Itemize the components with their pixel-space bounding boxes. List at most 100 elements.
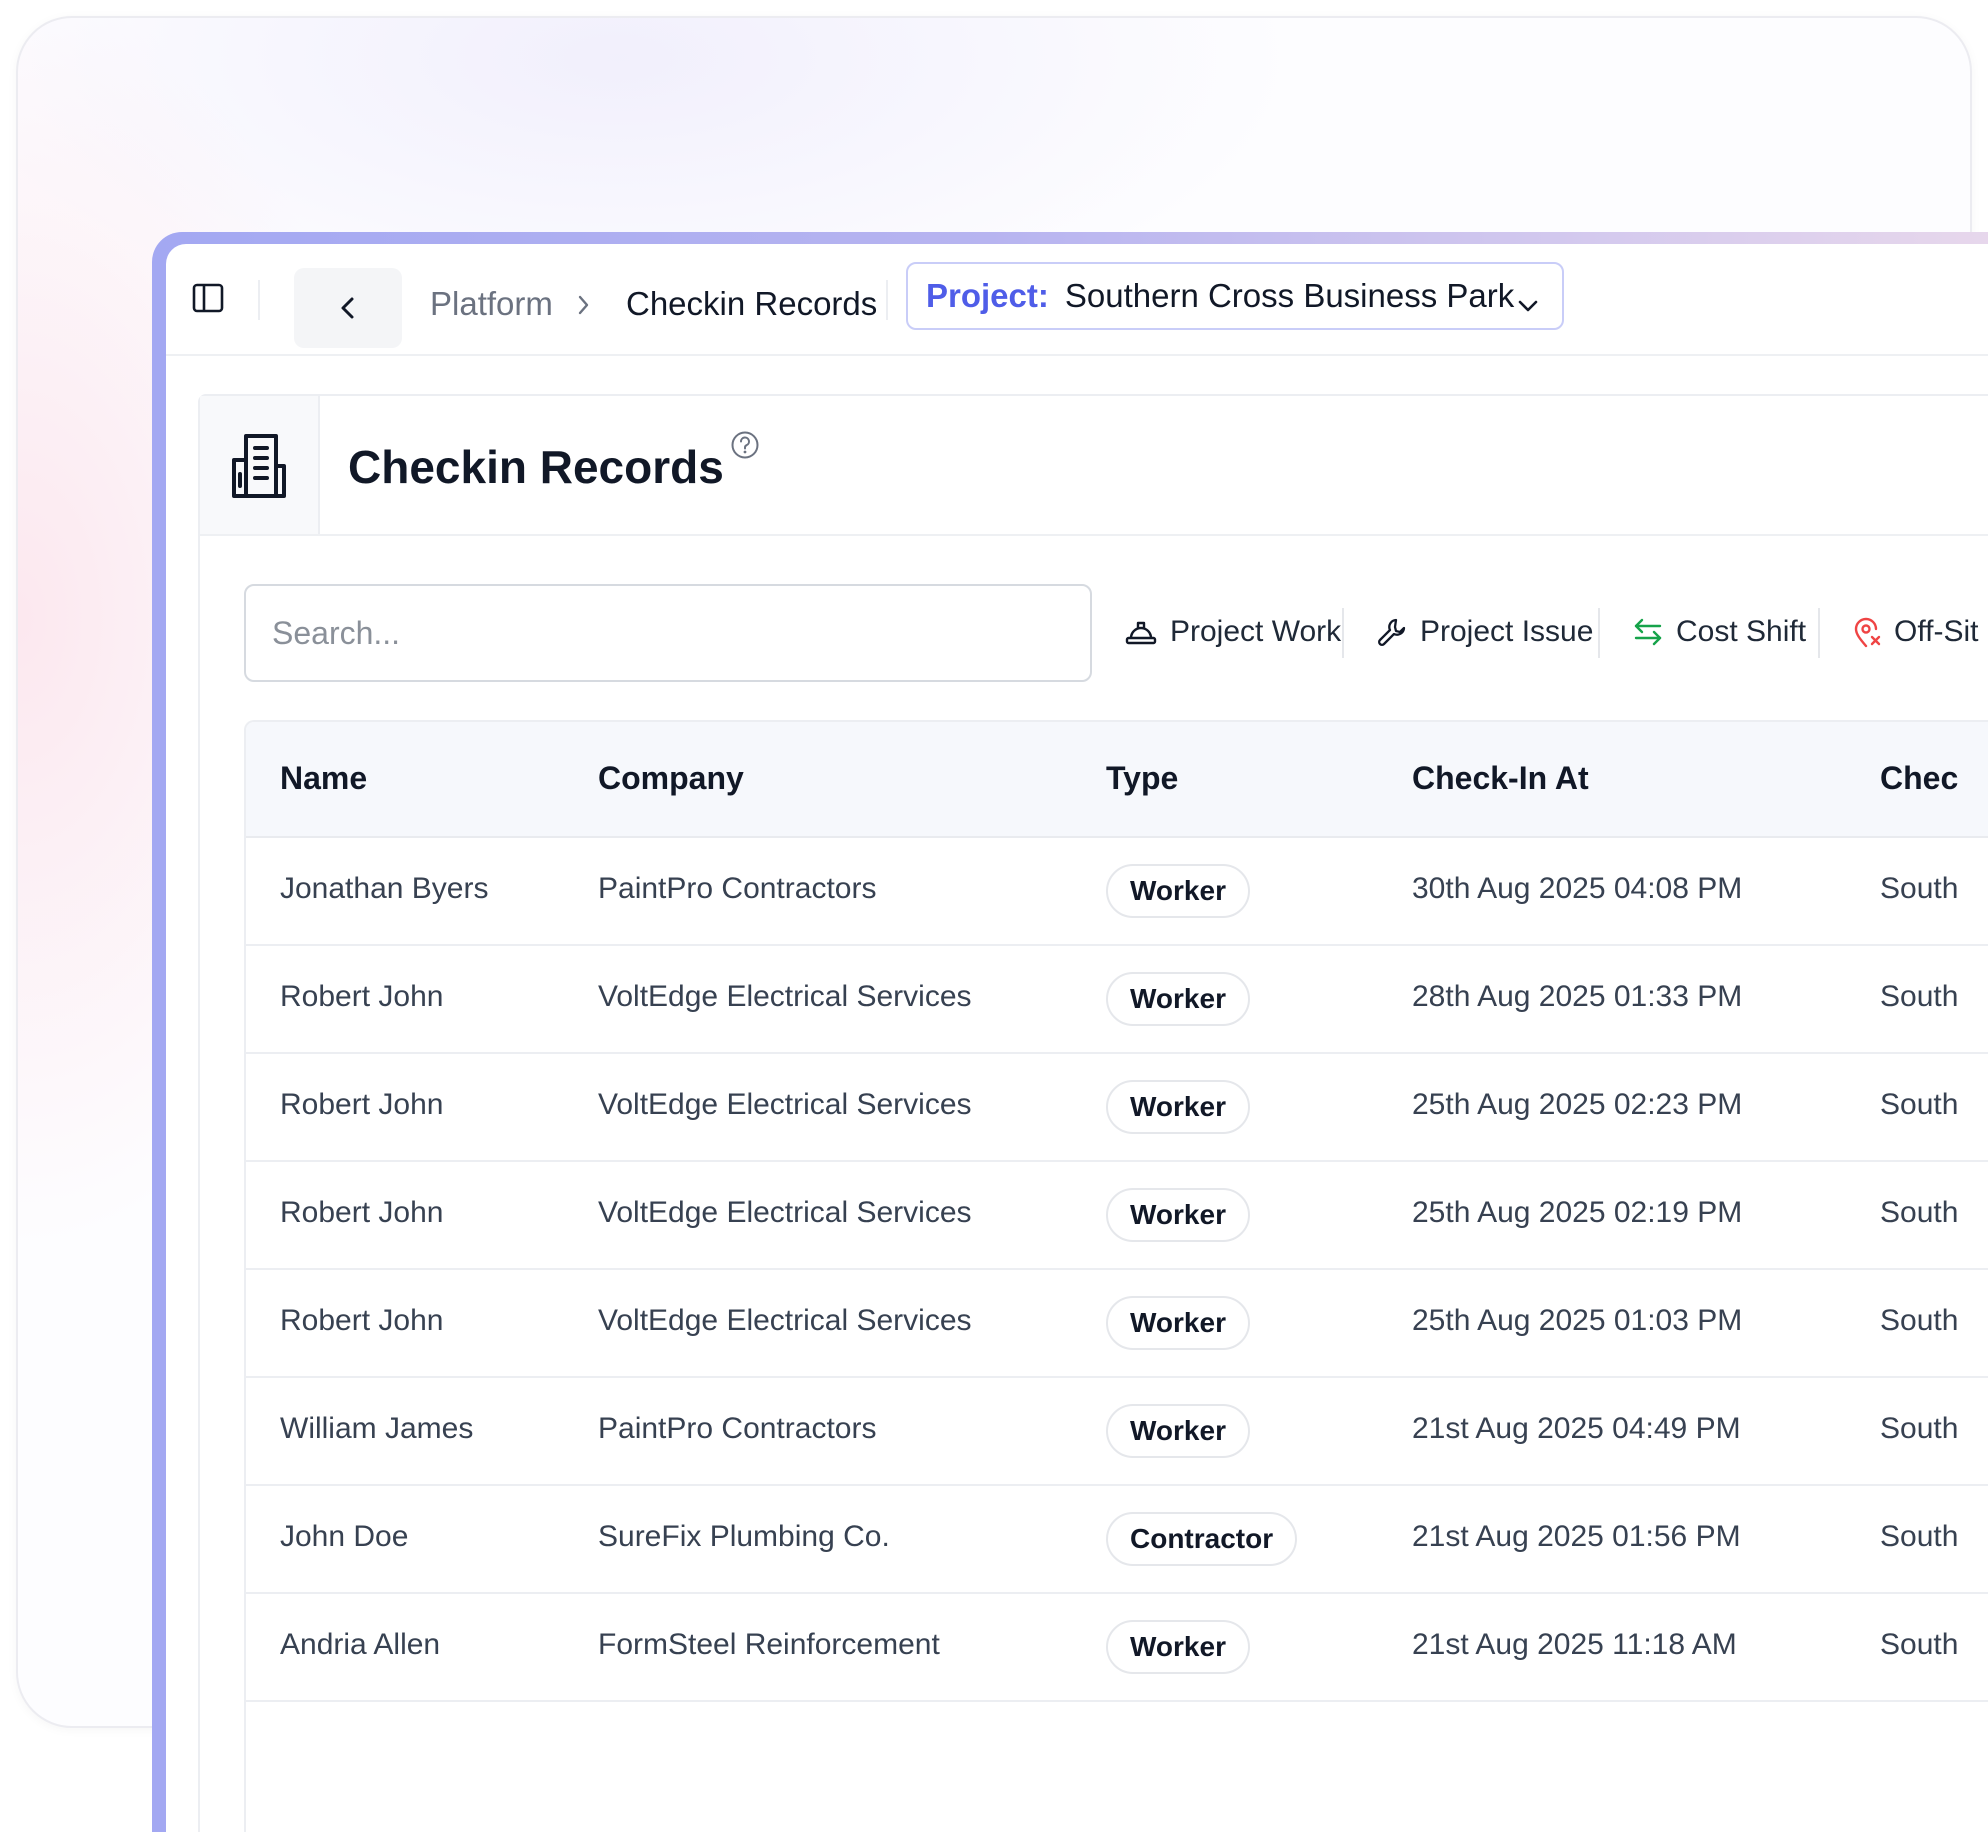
cell-checkin-at: 25th Aug 2025 02:19 PM xyxy=(1412,1196,1743,1229)
cell-checkin-at: 25th Aug 2025 02:23 PM xyxy=(1412,1088,1743,1121)
cell-site: South xyxy=(1880,1520,1959,1553)
table-row[interactable]: John Doe SureFix Plumbing Co. Contractor… xyxy=(246,1486,1988,1594)
table-row[interactable]: Robert John VoltEdge Electrical Services… xyxy=(246,1054,1988,1162)
cell-site: South xyxy=(1880,980,1959,1013)
cell-company: VoltEdge Electrical Services xyxy=(598,1196,972,1229)
cell-site: South xyxy=(1880,1088,1959,1121)
divider xyxy=(886,280,888,320)
page-title: Checkin Records xyxy=(348,441,724,493)
cell-name: Robert John xyxy=(280,1196,444,1229)
cell-company: VoltEdge Electrical Services xyxy=(598,980,972,1013)
cell-checkin-at: 21st Aug 2025 04:49 PM xyxy=(1412,1412,1741,1445)
cell-checkin-at: 21st Aug 2025 11:18 AM xyxy=(1412,1628,1737,1661)
table-row[interactable]: Robert John VoltEdge Electrical Services… xyxy=(246,1162,1988,1270)
cell-name: Robert John xyxy=(280,1304,444,1337)
checkin-table: Name Company Type Check-In At Chec Jonat… xyxy=(244,720,1988,1832)
app-window-frame: Platform Checkin Records Project: Southe… xyxy=(152,232,1988,1832)
search-input[interactable] xyxy=(244,584,1092,682)
breadcrumb-checkin-records[interactable]: Checkin Records xyxy=(626,284,877,324)
cell-company: SureFix Plumbing Co. xyxy=(598,1520,890,1553)
top-bar: Platform Checkin Records Project: Southe… xyxy=(166,244,1988,356)
project-issue-button[interactable]: Project Issue xyxy=(1376,606,1593,658)
cell-checkin-at: 25th Aug 2025 01:03 PM xyxy=(1412,1304,1743,1337)
cell-checkin-at: 21st Aug 2025 01:56 PM xyxy=(1412,1520,1741,1553)
project-select[interactable]: Project: Southern Cross Business Park xyxy=(906,262,1564,330)
cell-company: VoltEdge Electrical Services xyxy=(598,1304,972,1337)
project-select-value: Southern Cross Business Park xyxy=(1064,277,1515,314)
cell-site: South xyxy=(1880,1628,1959,1661)
column-header-checkout[interactable]: Chec xyxy=(1880,760,1958,797)
breadcrumb-platform[interactable]: Platform xyxy=(430,284,553,324)
cell-site: South xyxy=(1880,1412,1959,1445)
cell-site: South xyxy=(1880,872,1959,905)
back-button[interactable] xyxy=(294,268,402,348)
type-badge: Worker xyxy=(1106,1188,1250,1242)
divider xyxy=(1598,608,1600,658)
app-window: Platform Checkin Records Project: Southe… xyxy=(166,244,1988,1832)
cell-site: South xyxy=(1880,1304,1959,1337)
cell-name: Robert John xyxy=(280,1088,444,1121)
cell-clip: South xyxy=(1880,1378,1960,1484)
type-badge: Worker xyxy=(1106,1404,1250,1458)
cell-name: Robert John xyxy=(280,980,444,1013)
records-panel: Checkin Records Search... Project Work P… xyxy=(198,394,1988,1832)
cell-clip: South xyxy=(1880,946,1960,1052)
type-badge: Worker xyxy=(1106,1080,1250,1134)
off-site-button[interactable]: Off-Sit xyxy=(1852,606,1978,658)
cell-name: William James xyxy=(280,1412,474,1445)
table-row[interactable]: Andria Allen FormSteel Reinforcement Wor… xyxy=(246,1594,1988,1702)
cell-name: Andria Allen xyxy=(280,1628,441,1661)
table-row[interactable]: Robert John VoltEdge Electrical Services… xyxy=(246,946,1988,1054)
cell-clip: South xyxy=(1880,1486,1960,1592)
cell-company: PaintPro Contractors xyxy=(598,872,877,905)
chevron-left-icon xyxy=(341,297,354,319)
hard-hat-icon xyxy=(1125,621,1157,645)
screenshot-canvas: Platform Checkin Records Project: Southe… xyxy=(0,0,1988,1832)
divider xyxy=(258,280,260,320)
chevron-down-icon xyxy=(1516,286,1540,324)
cell-checkin-at: 30th Aug 2025 04:08 PM xyxy=(1412,872,1743,905)
project-issue-label: Project Issue xyxy=(1420,615,1594,648)
cell-checkin-at: 28th Aug 2025 01:33 PM xyxy=(1412,980,1743,1013)
project-work-button[interactable]: Project Work xyxy=(1124,606,1341,658)
chevron-right-icon xyxy=(576,294,590,321)
cost-shift-label: Cost Shift xyxy=(1676,615,1807,648)
column-header-name[interactable]: Name xyxy=(280,760,367,797)
cell-clip: South xyxy=(1880,1270,1960,1376)
divider xyxy=(1342,608,1344,658)
cell-company: VoltEdge Electrical Services xyxy=(598,1088,972,1121)
cell-name: John Doe xyxy=(280,1520,409,1553)
sidebar-toggle-icon[interactable] xyxy=(192,282,224,314)
type-badge: Contractor xyxy=(1106,1512,1298,1566)
panel-header: Checkin Records xyxy=(200,396,1988,536)
project-select-label: Project: xyxy=(926,277,1049,314)
wrench-icon xyxy=(1378,618,1406,646)
type-badge: Worker xyxy=(1106,1296,1250,1350)
table-row[interactable]: Jonathan Byers PaintPro Contractors Work… xyxy=(246,838,1988,946)
location-off-icon xyxy=(1854,617,1881,648)
type-badge: Worker xyxy=(1106,1620,1250,1674)
help-icon[interactable] xyxy=(730,430,760,465)
cell-company: FormSteel Reinforcement xyxy=(598,1628,940,1661)
type-badge: Worker xyxy=(1106,972,1250,1026)
cell-clip: South xyxy=(1880,1162,1960,1268)
cell-company: PaintPro Contractors xyxy=(598,1412,877,1445)
project-work-label: Project Work xyxy=(1170,615,1342,648)
cell-name: Jonathan Byers xyxy=(280,872,489,905)
building-icon xyxy=(200,396,320,534)
arrows-swap-icon xyxy=(1634,618,1662,646)
off-site-label: Off-Sit xyxy=(1894,615,1979,648)
divider xyxy=(1818,608,1820,658)
table-row[interactable]: Robert John VoltEdge Electrical Services… xyxy=(246,1270,1988,1378)
table-header: Name Company Type Check-In At Chec xyxy=(246,722,1988,838)
cell-clip: South xyxy=(1880,1594,1960,1700)
column-header-company[interactable]: Company xyxy=(598,760,744,797)
table-row[interactable]: William James PaintPro Contractors Worke… xyxy=(246,1378,1988,1486)
cell-clip: South xyxy=(1880,1054,1960,1160)
column-header-type[interactable]: Type xyxy=(1106,760,1178,797)
cost-shift-button[interactable]: Cost Shift xyxy=(1632,606,1806,658)
column-header-clip: Chec xyxy=(1880,722,1960,838)
cell-site: South xyxy=(1880,1196,1959,1229)
column-header-checkin-at[interactable]: Check-In At xyxy=(1412,760,1589,797)
cell-clip: South xyxy=(1880,838,1960,944)
